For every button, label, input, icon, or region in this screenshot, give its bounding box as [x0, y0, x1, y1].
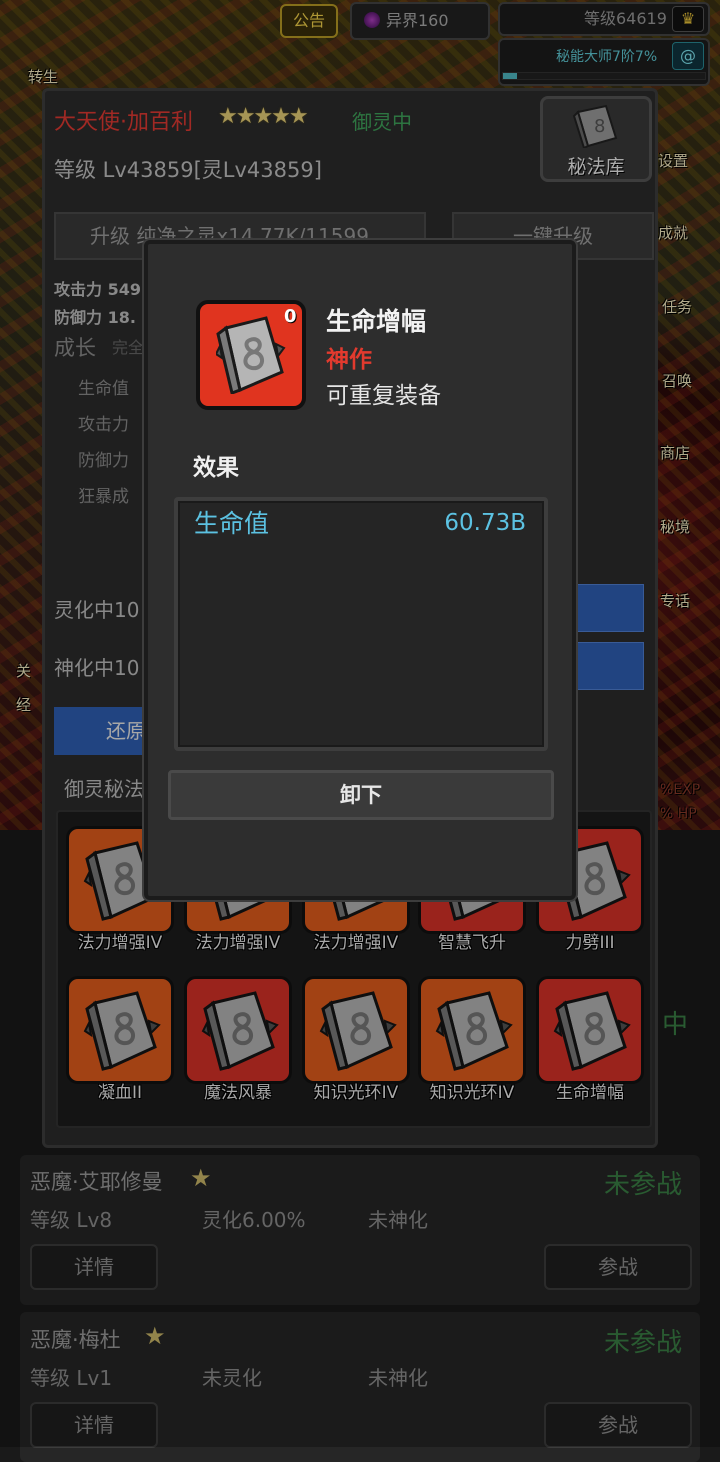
effect-stat-value: 60.73B	[444, 510, 526, 536]
item-rarity: 神作	[326, 347, 372, 373]
effect-stat-name: 生命值	[194, 509, 270, 538]
unequip-button[interactable]: 卸下	[168, 770, 554, 820]
spellbook-icon	[216, 316, 286, 394]
item-equip-note: 可重复装备	[326, 383, 441, 409]
effect-title: 效果	[193, 455, 239, 481]
item-name: 生命增幅	[326, 307, 427, 336]
item-count: 0	[284, 306, 297, 327]
